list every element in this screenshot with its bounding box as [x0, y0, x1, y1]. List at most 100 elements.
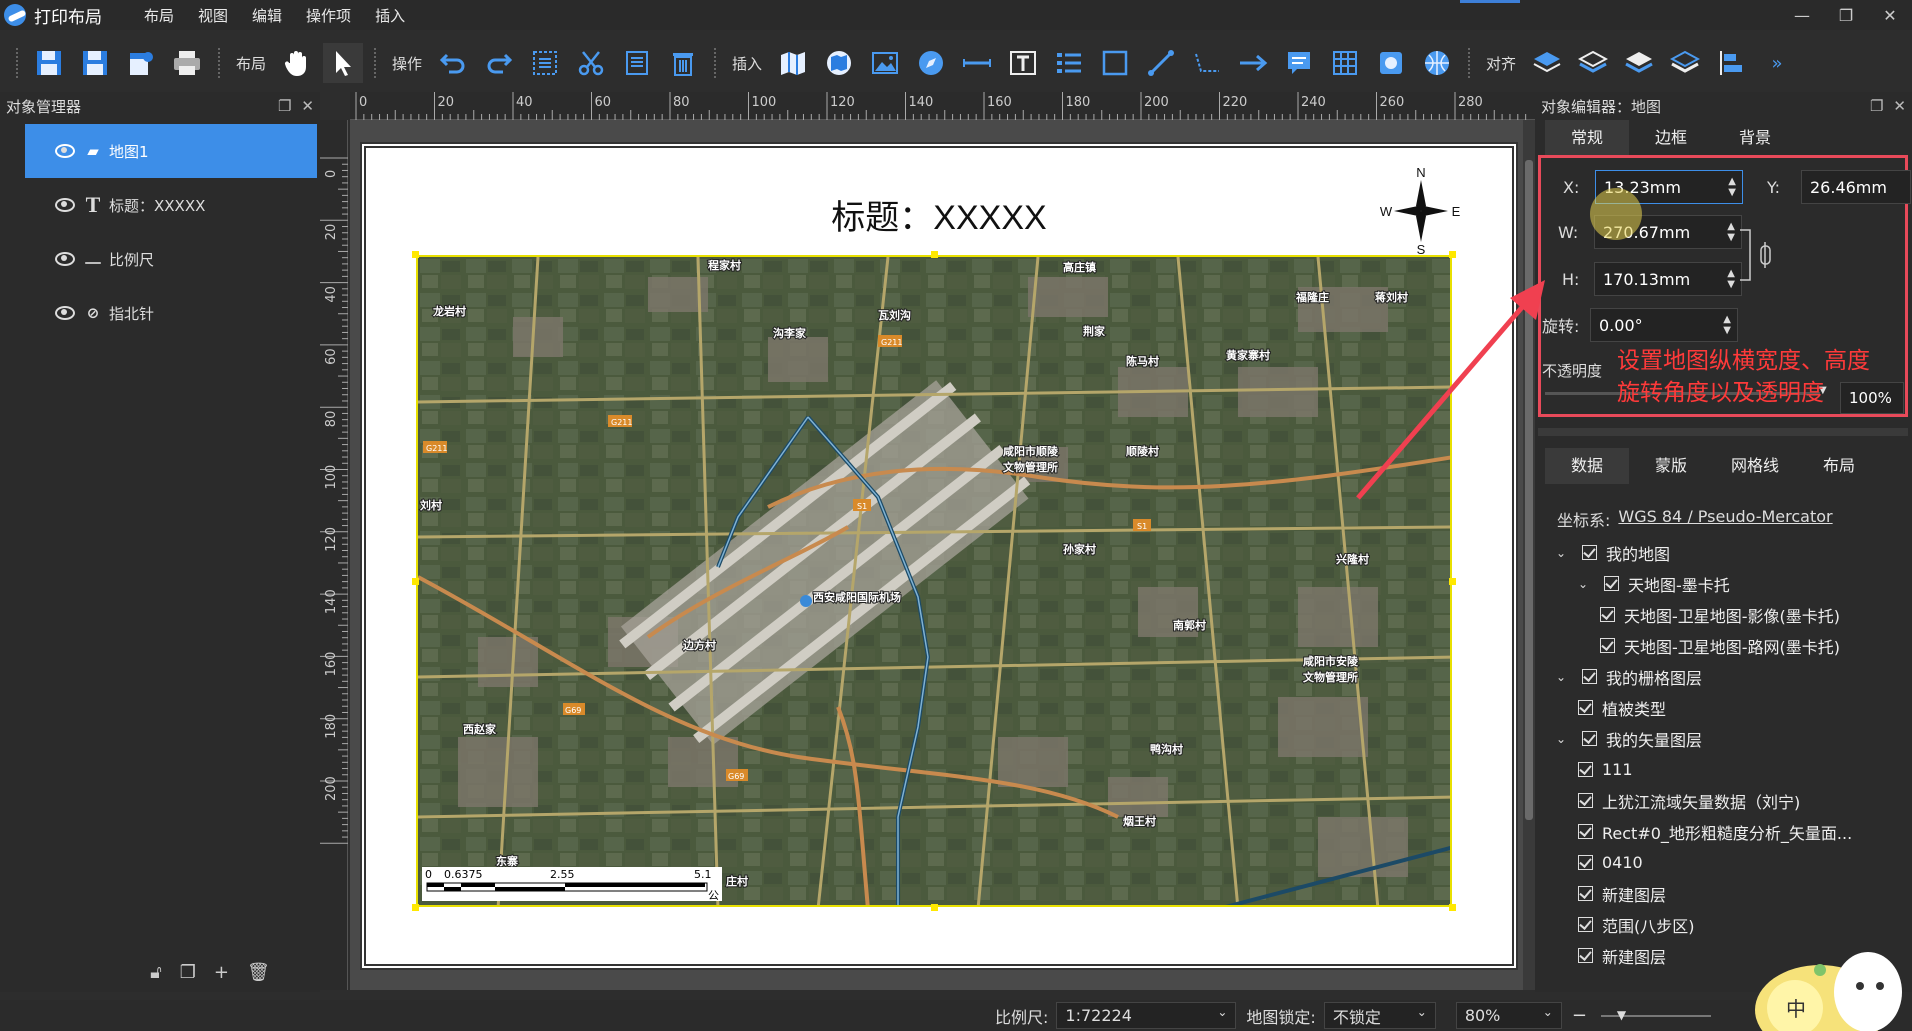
- add-icon[interactable]: +: [214, 962, 229, 983]
- insert-line-icon[interactable]: [1141, 43, 1181, 83]
- canvas-vertical-scrollbar[interactable]: [1523, 120, 1535, 990]
- resize-handle[interactable]: [931, 904, 938, 911]
- tab-border[interactable]: 边框: [1629, 120, 1713, 156]
- insert-scalebar-icon[interactable]: [957, 43, 997, 83]
- layer-tree-node[interactable]: 111: [1548, 754, 1908, 785]
- layer-tree-node[interactable]: 上犹江流域矢量数据（刘宁): [1548, 785, 1908, 816]
- select-all-icon[interactable]: [525, 43, 565, 83]
- layer-checkbox[interactable]: [1582, 731, 1597, 746]
- panel-splitter[interactable]: [1538, 428, 1908, 436]
- more-tools-icon[interactable]: »: [1757, 43, 1797, 83]
- align-left-icon[interactable]: [1711, 43, 1751, 83]
- map-frame[interactable]: G211 G211 G211 S1 S1 G69 G69 程家村 高庄镇 龙岩村…: [416, 255, 1452, 907]
- menu-insert[interactable]: 插入: [375, 5, 405, 26]
- rotation-input[interactable]: 0.00° ▲ ▼: [1590, 308, 1738, 342]
- object-item-compass[interactable]: ⊘ 指北针: [25, 286, 317, 340]
- layer-checkbox[interactable]: [1578, 948, 1593, 963]
- select-pointer-icon[interactable]: [323, 43, 364, 83]
- insert-polyline-icon[interactable]: [1187, 43, 1227, 83]
- visibility-eye-icon[interactable]: [55, 144, 75, 158]
- layer-bottom-icon[interactable]: [1665, 43, 1705, 83]
- layer-checkbox[interactable]: [1582, 669, 1597, 684]
- insert-arrow-icon[interactable]: [1233, 43, 1273, 83]
- resize-handle[interactable]: [1449, 904, 1456, 911]
- expand-caret-icon[interactable]: ⌄: [1556, 670, 1570, 684]
- page-title[interactable]: 标题：XXXXX: [366, 190, 1512, 239]
- insert-table-icon[interactable]: [1325, 43, 1365, 83]
- resize-handle[interactable]: [412, 578, 419, 585]
- layer-tree-node[interactable]: 天地图-卫星地图-路网(墨卡托): [1548, 630, 1908, 661]
- layer-checkbox[interactable]: [1578, 793, 1593, 808]
- object-item-scalebar[interactable]: ⎼ 比例尺: [25, 232, 317, 286]
- copy-icon[interactable]: [617, 43, 657, 83]
- trash-icon[interactable]: 🗑︎: [247, 962, 270, 983]
- layer-checkbox[interactable]: [1582, 545, 1597, 560]
- layer-tree-node[interactable]: ⌄ 我的栅格图层: [1548, 661, 1908, 692]
- pan-hand-icon[interactable]: [277, 43, 317, 83]
- redo-icon[interactable]: [479, 43, 519, 83]
- insert-3d-map-icon[interactable]: [819, 43, 859, 83]
- menu-layout[interactable]: 布局: [144, 5, 174, 26]
- cut-icon[interactable]: [571, 43, 611, 83]
- layer-checkbox[interactable]: [1578, 762, 1593, 777]
- delete-icon[interactable]: [663, 43, 703, 83]
- expand-caret-icon[interactable]: ⌄: [1556, 732, 1570, 746]
- zoom-slider[interactable]: ▼: [1600, 1008, 1711, 1022]
- layer-tree-node[interactable]: 0410: [1548, 847, 1908, 878]
- visibility-eye-icon[interactable]: [55, 306, 75, 320]
- expand-caret-icon[interactable]: ⌄: [1556, 546, 1570, 560]
- layer-checkbox[interactable]: [1578, 824, 1593, 839]
- insert-image-icon[interactable]: [865, 43, 905, 83]
- zoom-out-button[interactable]: −: [1572, 1005, 1587, 1026]
- visibility-eye-icon[interactable]: [55, 198, 75, 212]
- resize-handle[interactable]: [412, 904, 419, 911]
- tab-mask[interactable]: 蒙版: [1629, 448, 1713, 484]
- save-icon[interactable]: [75, 43, 115, 83]
- layout-canvas[interactable]: 标题：XXXXX N S W E G211 G211 G211 S1 S1 G6…: [350, 120, 1535, 990]
- tab-layout[interactable]: 布局: [1797, 448, 1881, 484]
- tab-background[interactable]: 背景: [1713, 120, 1797, 156]
- open-icon[interactable]: [29, 43, 69, 83]
- layer-checkbox[interactable]: [1578, 886, 1593, 901]
- layer-tree-node[interactable]: ⌄ 我的地图: [1548, 537, 1908, 568]
- layer-checkbox[interactable]: [1578, 917, 1593, 932]
- insert-callout-icon[interactable]: [1279, 43, 1319, 83]
- layer-tree-node[interactable]: Rect#0_地形粗糙度分析_矢量面...: [1548, 816, 1908, 847]
- layer-checkbox[interactable]: [1578, 855, 1593, 870]
- float-panel-icon[interactable]: ❐: [1870, 97, 1883, 115]
- tab-general[interactable]: 常规: [1545, 120, 1629, 156]
- insert-frame-icon[interactable]: [1371, 43, 1411, 83]
- height-input[interactable]: 170.13mm ▲ ▼: [1594, 262, 1742, 296]
- expand-caret-icon[interactable]: ⌄: [1578, 577, 1592, 591]
- layer-tree-node[interactable]: 新建图层: [1548, 878, 1908, 909]
- resize-handle[interactable]: [931, 251, 938, 258]
- menu-view[interactable]: 视图: [198, 5, 228, 26]
- close-panel-icon[interactable]: ✕: [301, 97, 314, 115]
- restore-icon[interactable]: ❐: [1824, 0, 1868, 30]
- zoom-select[interactable]: 80% ⌄: [1455, 1002, 1562, 1029]
- aspect-lock-icon[interactable]: [1738, 228, 1778, 284]
- close-window-icon[interactable]: ✕: [1868, 0, 1912, 30]
- layer-up-icon[interactable]: [1573, 43, 1613, 83]
- zoom-slider-thumb[interactable]: ▼: [1617, 1008, 1626, 1022]
- insert-map-icon[interactable]: [773, 43, 813, 83]
- tab-grid[interactable]: 网格线: [1713, 448, 1797, 484]
- close-panel-icon[interactable]: ✕: [1893, 97, 1906, 115]
- layer-tree-node[interactable]: 植被类型: [1548, 692, 1908, 723]
- layer-checkbox[interactable]: [1600, 607, 1615, 622]
- insert-rectangle-icon[interactable]: [1095, 43, 1135, 83]
- minimize-icon[interactable]: —: [1780, 0, 1824, 30]
- layer-tree-node[interactable]: ⌄ 天地图-墨卡托: [1548, 568, 1908, 599]
- insert-globe-icon[interactable]: [1417, 43, 1457, 83]
- map-lock-select[interactable]: 不锁定 ⌄: [1323, 1002, 1436, 1029]
- lock-icon[interactable]: 🔓︎: [150, 962, 162, 983]
- object-item-title[interactable]: T 标题：XXXXX: [25, 178, 317, 232]
- duplicate-icon[interactable]: ❐: [180, 962, 196, 983]
- satellite-map[interactable]: G211 G211 G211 S1 S1 G69 G69 程家村 高庄镇 龙岩村…: [418, 257, 1452, 907]
- resize-handle[interactable]: [1449, 578, 1456, 585]
- layer-tree-node[interactable]: 天地图-卫星地图-影像(墨卡托): [1548, 599, 1908, 630]
- insert-text-icon[interactable]: [1003, 43, 1043, 83]
- tab-data[interactable]: 数据: [1545, 448, 1629, 484]
- layer-top-icon[interactable]: [1527, 43, 1567, 83]
- north-arrow-compass[interactable]: N S W E: [1378, 166, 1464, 256]
